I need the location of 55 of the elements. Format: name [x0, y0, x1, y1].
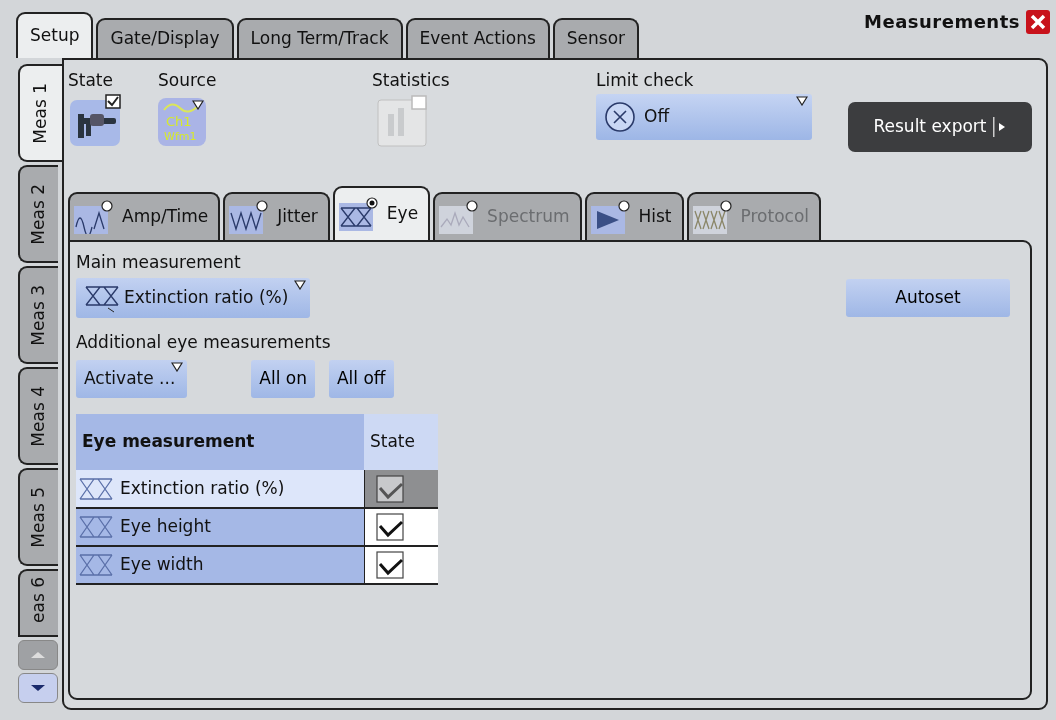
caret-icon: [294, 280, 307, 290]
column-header: State: [364, 414, 438, 470]
side-tab[interactable]: eas 6: [18, 569, 58, 637]
checkbox[interactable]: [374, 512, 407, 542]
up-arrow-icon: [30, 651, 46, 659]
side-tab[interactable]: Meas 3: [18, 266, 58, 364]
window-title: Measurements: [864, 10, 1020, 34]
tab[interactable]: Jitter: [223, 192, 330, 240]
field-label: State: [68, 70, 114, 90]
result-export-button[interactable]: Result export: [848, 102, 1032, 152]
column-header: Eye measurement: [76, 414, 364, 470]
section-label: Additional eye measurements: [76, 332, 332, 352]
protocol-measure-icon: [692, 200, 733, 234]
close-icon[interactable]: [1026, 9, 1050, 34]
side-tab[interactable]: Meas 2: [18, 165, 58, 263]
autoset-button[interactable]: Autoset: [846, 279, 1010, 317]
down-arrow-icon: [30, 684, 46, 692]
amptime-measure-icon: [74, 200, 114, 234]
limit-check-dropdown[interactable]: Off: [596, 94, 812, 140]
wave-icon: [163, 103, 199, 113]
tab[interactable]: Eye: [332, 186, 431, 240]
source-text: Wfm1: [164, 130, 197, 143]
field-label: Source: [158, 70, 218, 90]
tab[interactable]: Setup: [16, 12, 94, 58]
tab[interactable]: Event Actions: [405, 18, 550, 58]
caret-icon: [796, 96, 808, 106]
off-circle-icon: [604, 101, 636, 133]
tab[interactable]: Long Term/Track: [236, 18, 403, 58]
hist-measure-icon: [590, 200, 631, 234]
table-cell-text: Extinction ratio (%): [120, 476, 285, 500]
activate-dropdown[interactable]: Activate ...: [76, 360, 188, 398]
table-cell-text: Eye width: [120, 553, 204, 577]
tab[interactable]: Amp/Time: [68, 192, 221, 240]
tab[interactable]: Gate/Display: [96, 18, 234, 58]
checkbox[interactable]: [374, 550, 407, 580]
play-arrow-icon: [992, 117, 1007, 137]
caret-icon: [171, 362, 184, 372]
field-label: Limit check: [596, 70, 695, 90]
tab[interactable]: Hist: [584, 192, 684, 240]
side-tab[interactable]: Meas 5: [18, 468, 58, 566]
section-label: Main measurement: [76, 252, 242, 272]
side-tab[interactable]: Meas 4: [18, 367, 58, 465]
main-measurement-dropdown[interactable]: Extinction ratio (%): [76, 278, 311, 318]
source-text: Ch1: [166, 114, 192, 129]
scroll-down-button[interactable]: [18, 673, 58, 703]
field-label: Statistics: [372, 70, 451, 90]
jitter-measure-icon: [229, 200, 270, 234]
all-off-button[interactable]: All off: [328, 360, 394, 398]
all-on-button[interactable]: All on: [251, 360, 315, 398]
caret-icon: [192, 100, 204, 110]
side-tab[interactable]: Meas 1: [18, 64, 62, 162]
table-cell-text: Eye height: [120, 515, 211, 539]
spectrum-measure-icon: [439, 200, 480, 234]
tab[interactable]: Sensor: [552, 18, 640, 58]
eye-measure-icon: [338, 197, 379, 231]
